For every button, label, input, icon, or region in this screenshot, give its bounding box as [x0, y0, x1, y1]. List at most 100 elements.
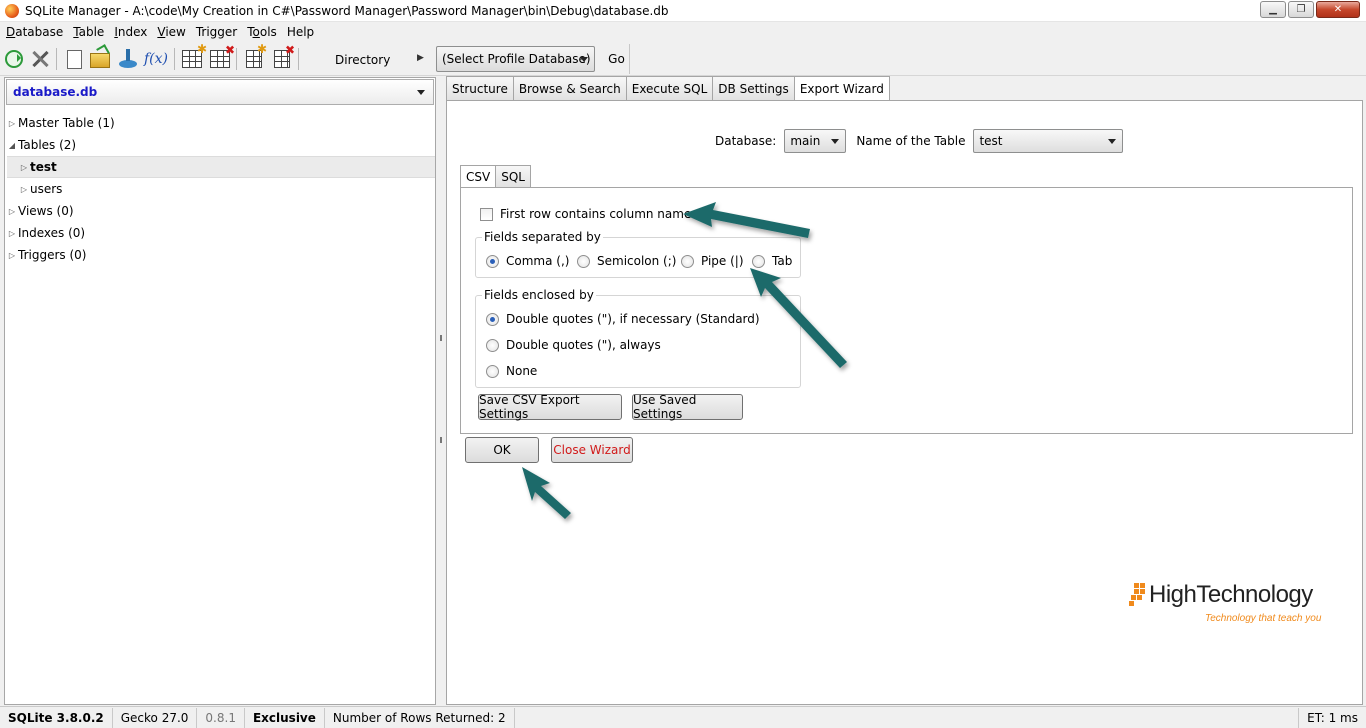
radio-pipe[interactable]: Pipe (|) — [681, 254, 744, 268]
chevron-down-icon — [417, 90, 425, 99]
radio-quotes-always-label: Double quotes ("), always — [506, 338, 661, 352]
tab-db-settings[interactable]: DB Settings — [712, 76, 795, 100]
table-name-value: test — [979, 134, 1003, 148]
ok-button[interactable]: OK — [465, 437, 539, 463]
schema-tree: ▷ Master Table (1) ◢ Tables (2) ▷ test ▷ users ▷… — [7, 112, 435, 266]
export-wizard-panel: Database: main Name of the Table test CS… — [446, 100, 1363, 705]
menu-text: iew — [165, 25, 186, 39]
first-row-checkbox-row[interactable]: First row contains column names — [480, 207, 698, 221]
tab-browse-search[interactable]: Browse & Search — [512, 76, 627, 100]
drop-index-button[interactable] — [270, 43, 295, 71]
menu-text: able — [78, 25, 105, 39]
tab-csv[interactable]: CSV — [460, 165, 497, 188]
table-name-combo[interactable]: test — [973, 129, 1124, 153]
extension-version: 0.8.1 — [197, 707, 245, 728]
directory-arrow-icon[interactable]: ▶ — [417, 53, 424, 63]
radio-comma[interactable]: Comma (,) — [486, 254, 569, 268]
menu-item-2[interactable]: Index — [110, 25, 151, 39]
collapsed-arrow-icon[interactable]: ▷ — [7, 119, 17, 128]
collapsed-arrow-icon[interactable]: ▷ — [7, 251, 17, 260]
close-wizard-button[interactable]: Close Wizard — [551, 437, 633, 463]
radio-icon — [681, 254, 694, 268]
menu-item-5[interactable]: Tools — [243, 25, 281, 39]
window-title: SQLite Manager - A:\code\My Creation in … — [25, 3, 669, 18]
menu-item-0[interactable]: Database — [2, 25, 67, 39]
refresh-button[interactable] — [2, 47, 26, 71]
separator-group-label: Fields separated by — [482, 230, 603, 244]
create-table-button[interactable] — [180, 42, 207, 71]
radio-quotes-if-necessary[interactable]: Double quotes ("), if necessary (Standar… — [486, 312, 760, 326]
tree-item[interactable]: ▷ Indexes (0) — [7, 222, 435, 244]
radio-icon — [577, 254, 590, 268]
splitter-grip-icon — [440, 437, 442, 443]
function-icon: f(x) — [144, 51, 169, 67]
save-csv-settings-button[interactable]: Save CSV Export Settings — [478, 393, 622, 421]
tree-item[interactable]: ▷ test — [7, 156, 435, 178]
menu-text: ols — [259, 25, 277, 39]
database-select[interactable]: database.db — [6, 79, 434, 105]
radio-comma-label: Comma (,) — [506, 254, 570, 268]
menu-text: atabase — [15, 25, 64, 39]
tree-item[interactable]: ◢ Tables (2) — [7, 134, 435, 156]
new-database-button[interactable] — [62, 47, 86, 71]
options-button[interactable] — [28, 47, 52, 71]
drop-table-button[interactable] — [208, 43, 235, 71]
tree-item-label: test — [30, 160, 57, 174]
collapsed-arrow-icon[interactable]: ▷ — [7, 207, 17, 216]
radio-quotes-if-necessary-label: Double quotes ("), if necessary (Standar… — [506, 312, 760, 326]
radio-semicolon[interactable]: Semicolon (;) — [577, 254, 676, 268]
tree-item[interactable]: ▷ Triggers (0) — [7, 244, 435, 266]
radio-none-label: None — [506, 364, 538, 378]
profile-database-select[interactable]: (Select Profile Database) — [436, 46, 595, 72]
create-index-button[interactable] — [242, 42, 267, 71]
chevron-down-icon — [580, 57, 588, 66]
menu-item-4[interactable]: Trigger — [192, 25, 241, 39]
radio-tab[interactable]: Tab — [752, 254, 792, 268]
tab-execute-sql[interactable]: Execute SQL — [625, 76, 714, 100]
toolbar-separator — [298, 48, 299, 70]
enclosure-group: Fields enclosed by Double quotes ("), if… — [475, 288, 801, 388]
collapsed-arrow-icon[interactable]: ▷ — [7, 229, 17, 238]
execution-time: ET: 1 ms — [1298, 707, 1366, 728]
tree-item-label: Views (0) — [18, 204, 74, 218]
menu-item-6[interactable]: Help — [283, 25, 318, 39]
chevron-down-icon — [1108, 139, 1117, 148]
radio-quotes-always[interactable]: Double quotes ("), always — [486, 338, 661, 352]
collapsed-arrow-icon[interactable]: ▷ — [19, 185, 29, 194]
go-button[interactable]: Go — [603, 46, 630, 72]
functions-button[interactable]: f(x) — [144, 47, 168, 71]
menu-mnemonic: D — [6, 25, 16, 39]
tab-export-wizard[interactable]: Export Wizard — [793, 76, 890, 101]
separator-group: Fields separated by Comma (,) Semicolon … — [475, 230, 801, 278]
expanded-arrow-icon[interactable]: ◢ — [7, 141, 17, 150]
first-row-checkbox[interactable] — [480, 207, 493, 221]
radio-semicolon-label: Semicolon (;) — [597, 254, 677, 268]
drop-table-icon — [210, 43, 235, 68]
database-combo[interactable]: main — [784, 129, 847, 153]
panel-splitter[interactable] — [437, 77, 445, 705]
import-icon — [118, 49, 138, 69]
open-folder-icon — [90, 53, 110, 68]
close-button[interactable]: ✕ — [1316, 1, 1360, 18]
tree-item[interactable]: ▷ Master Table (1) — [7, 112, 435, 134]
import-button[interactable] — [116, 47, 140, 71]
menu-item-1[interactable]: Table — [69, 25, 108, 39]
minimize-button[interactable]: ▁ — [1260, 1, 1286, 18]
open-database-button[interactable] — [88, 47, 112, 71]
menu-item-3[interactable]: View — [153, 25, 189, 39]
maximize-button[interactable]: ❐ — [1288, 1, 1314, 18]
tab-sql[interactable]: SQL — [495, 165, 531, 187]
table-name-label: Name of the Table — [856, 134, 966, 148]
csv-options-box: First row contains column names Fields s… — [460, 187, 1353, 434]
collapsed-arrow-icon[interactable]: ▷ — [19, 163, 29, 172]
menu-text: Trigger — [195, 25, 238, 39]
export-format-tabs: CSV SQL — [460, 165, 531, 188]
directory-menu[interactable]: Directory — [335, 53, 390, 67]
tab-structure[interactable]: Structure — [446, 76, 514, 100]
tree-item[interactable]: ▷ users — [7, 178, 435, 200]
export-source-row: Database: main Name of the Table test — [715, 129, 1124, 153]
radio-none[interactable]: None — [486, 364, 537, 378]
use-saved-settings-button[interactable]: Use Saved Settings — [632, 393, 743, 421]
tree-item[interactable]: ▷ Views (0) — [7, 200, 435, 222]
radio-icon — [486, 364, 499, 378]
